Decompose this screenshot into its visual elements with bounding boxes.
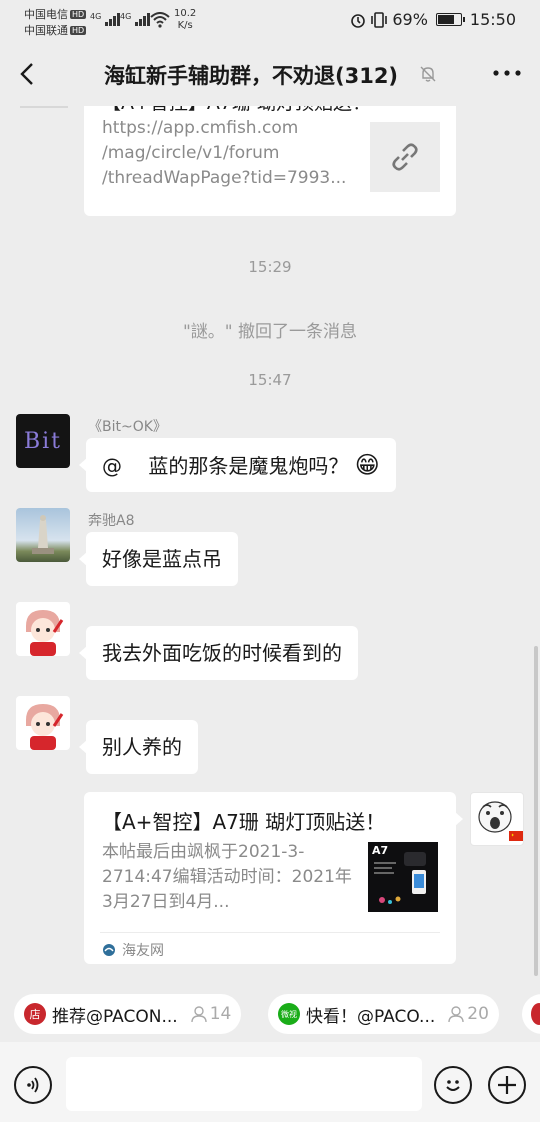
message-bubble[interactable]: 别人养的 [79, 720, 198, 774]
scrollbar[interactable] [534, 646, 538, 976]
hd-badge-1: HD [70, 10, 87, 19]
chip-count: 20 [447, 1004, 489, 1024]
quick-chip-recommend[interactable]: 店 推荐@PACON... 14 [14, 994, 242, 1034]
battery-icon [435, 13, 465, 26]
chat-area[interactable]: 【A+智控】A7珊 瑚灯顶贴送！ https://app.cmfish.com … [0, 106, 540, 984]
chip-count-value: 14 [209, 1004, 232, 1024]
weishi-icon: 微视 [278, 1003, 300, 1025]
message-text: @ 蓝的那条是魔鬼炮吗？ [102, 454, 349, 478]
cartoon-girl-image [26, 704, 64, 750]
message-text: 我去外面吃饭的时候看到的 [102, 641, 342, 665]
message-input[interactable] [66, 1057, 422, 1111]
clock: 15:50 [469, 10, 516, 29]
url-line-3: /threadWapPage?tid=7993... [102, 168, 347, 188]
forum-card-desc: 本帖最后由飒枫于2021-3-2714:47编辑活动时间：2021年3月27日到… [102, 842, 352, 912]
message-bubble[interactable]: 我去外面吃饭的时候看到的 [79, 626, 358, 680]
avatar-text: Bit [23, 428, 63, 454]
sender-name: 《Bit~OK》 [88, 419, 167, 435]
chip-label: 推荐@PACON... [52, 1006, 178, 1027]
status-bar: 中国电信 HD 中国联通 HD 4G 4G 10.2 K/s 69% 15:50 [0, 0, 540, 42]
network-type-2: 4G [120, 12, 132, 21]
quick-chip-watch[interactable]: 微视 快看！@PACO... 20 [268, 994, 499, 1034]
chip-label: 快看！@PACO... [306, 1006, 436, 1027]
alarm-icon [351, 13, 366, 28]
statue-image [32, 515, 54, 554]
red-app-icon [531, 1003, 540, 1025]
speed-unit: K/s [177, 20, 193, 31]
signal-1-icon: 4G [90, 12, 122, 29]
message-text: 好像是蓝点吊 [102, 547, 222, 571]
avatar[interactable] [16, 696, 70, 750]
shop-icon: 店 [24, 1003, 46, 1025]
timestamp-1: 15:29 [248, 258, 292, 276]
avatar[interactable]: Bit [16, 414, 70, 468]
thumb-label: A7 [372, 844, 389, 857]
carrier-2-label: 中国联通 [24, 24, 68, 37]
forum-card-thumbnail: A7 [368, 842, 438, 912]
quick-bar: 店 推荐@PACON... 14 微视 快看！@PACO... 20 [0, 984, 540, 1042]
link-icon [370, 122, 440, 192]
avatar[interactable] [470, 792, 524, 846]
input-bar [0, 1042, 540, 1122]
network-speed: 10.2 K/s [174, 8, 196, 32]
source-name: 海友网 [122, 943, 164, 959]
shop-icon-text: 店 [29, 1008, 41, 1021]
chevron-left-icon[interactable] [14, 60, 42, 88]
forum-card-title: 【A+智控】A7珊 瑚灯顶贴送！ [102, 810, 386, 834]
status-right: 69% 15:50 [350, 10, 516, 29]
carrier-2: 中国联通 HD [24, 22, 87, 38]
meme-face-image [478, 801, 523, 841]
signal-2-icon: 4G [120, 12, 152, 29]
title-bar: 海缸新手辅助群，不劝退(312) [0, 42, 540, 106]
forum-card[interactable]: 【A+智控】A7珊 瑚灯顶贴送！ 本帖最后由飒枫于2021-3-2714:47编… [84, 792, 463, 964]
grin-emoji-icon: 😁 [354, 451, 380, 479]
carrier-1-label: 中国电信 [24, 8, 68, 21]
message-text: 别人养的 [102, 735, 182, 759]
battery-percent: 69% [392, 10, 428, 29]
speed-value: 10.2 [174, 8, 197, 19]
voice-icon[interactable] [14, 1066, 52, 1104]
link-card[interactable]: 【A+智控】A7珊 瑚灯顶贴送！ https://app.cmfish.com … [84, 106, 456, 216]
carrier-1: 中国电信 HD [24, 6, 87, 22]
quick-chip-partial[interactable] [522, 994, 540, 1034]
person-icon [190, 1006, 207, 1023]
avatar-cut-edge [20, 106, 68, 108]
forum-source: 海友网 [102, 940, 164, 960]
battery-fill [437, 15, 455, 24]
network-type-1: 4G [90, 12, 102, 21]
url-line-1: https://app.cmfish.com [102, 118, 299, 138]
url-line-2: /mag/circle/v1/forum [102, 143, 280, 163]
chip-count-value: 20 [467, 1004, 489, 1024]
recall-notice: "謎。" 撤回了一条消息 [182, 322, 358, 342]
weishi-icon-text: 微视 [281, 1009, 297, 1019]
bell-off-icon [418, 64, 438, 88]
avatar[interactable] [16, 602, 70, 656]
divider [100, 932, 440, 933]
chip-count: 14 [190, 1004, 232, 1024]
person-icon [448, 1006, 464, 1023]
link-card-title: 【A+智控】A7珊 瑚灯顶贴送！ [102, 106, 371, 115]
plus-icon[interactable] [488, 1066, 526, 1104]
sender-name: 奔驰A8 [88, 513, 135, 529]
vibrate-icon [371, 11, 388, 28]
avatar[interactable] [16, 508, 70, 562]
cartoon-girl-image [26, 610, 64, 656]
hd-badge-2: HD [70, 26, 87, 35]
wifi-icon [150, 12, 170, 31]
source-logo-icon [103, 944, 115, 956]
message-bubble[interactable]: @ 蓝的那条是魔鬼炮吗？ 😁 [79, 438, 396, 492]
message-bubble[interactable]: 好像是蓝点吊 [79, 532, 238, 586]
more-dots-icon[interactable] [492, 62, 522, 90]
timestamp-2: 15:47 [248, 371, 292, 389]
link-card-url: https://app.cmfish.com /mag/circle/v1/fo… [102, 116, 352, 191]
emoji-icon[interactable] [434, 1066, 472, 1104]
chat-title[interactable]: 海缸新手辅助群，不劝退(312) [104, 60, 398, 90]
